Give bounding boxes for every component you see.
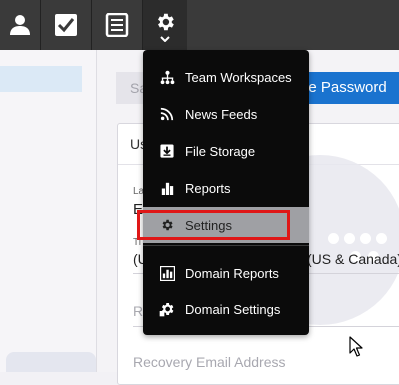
- menu-item-label: News Feeds: [185, 106, 258, 122]
- settings-highlight-annotation: [137, 210, 290, 240]
- user-button[interactable]: [0, 0, 40, 50]
- menu-item-domain-reports[interactable]: Domain Reports: [143, 255, 309, 291]
- timezone-select-value[interactable]: (US & Canada): [307, 251, 399, 267]
- menu-item-label: File Storage: [185, 143, 256, 159]
- menu-item-news-feeds[interactable]: News Feeds: [143, 96, 309, 132]
- menu-item-domain-settings[interactable]: Domain Settings: [143, 291, 309, 327]
- menu-item-label: Reports: [185, 180, 231, 196]
- domain-report-icon: [159, 265, 175, 281]
- recovery-field-placeholder[interactable]: R: [133, 303, 143, 319]
- menu-item-label: Domain Settings: [185, 301, 281, 317]
- bar-chart-icon: [159, 180, 175, 196]
- checkbox-icon: [55, 14, 77, 36]
- list-document-icon: [105, 13, 129, 37]
- domain-settings-icon: [159, 301, 175, 317]
- sidebar-bottom-panel: [6, 352, 96, 372]
- team-hierarchy-icon: [159, 69, 175, 85]
- rss-icon: [159, 106, 175, 122]
- top-navigation-bar: [0, 0, 399, 50]
- menu-divider: [143, 245, 309, 246]
- tasks-button[interactable]: [41, 0, 91, 50]
- settings-dropdown-menu: Team Workspaces News Feeds File Storage: [143, 50, 309, 335]
- mouse-cursor-icon: [349, 336, 363, 357]
- sidebar-active-item[interactable]: [0, 66, 82, 92]
- file-download-icon: [159, 143, 175, 159]
- menu-item-file-storage[interactable]: File Storage: [143, 133, 309, 169]
- recovery-email-label: Recovery Email Address: [133, 354, 286, 370]
- user-icon: [10, 15, 30, 35]
- menu-item-label: Team Workspaces: [185, 69, 292, 85]
- notes-button[interactable]: [92, 0, 142, 50]
- left-sidebar: [0, 50, 97, 372]
- settings-menu-button[interactable]: [143, 0, 187, 50]
- menu-item-team-workspaces[interactable]: Team Workspaces: [143, 59, 309, 95]
- gear-icon: [158, 13, 174, 31]
- menu-item-label: Domain Reports: [185, 265, 279, 281]
- chevron-down-icon: [160, 36, 170, 42]
- menu-item-reports[interactable]: Reports: [143, 170, 309, 206]
